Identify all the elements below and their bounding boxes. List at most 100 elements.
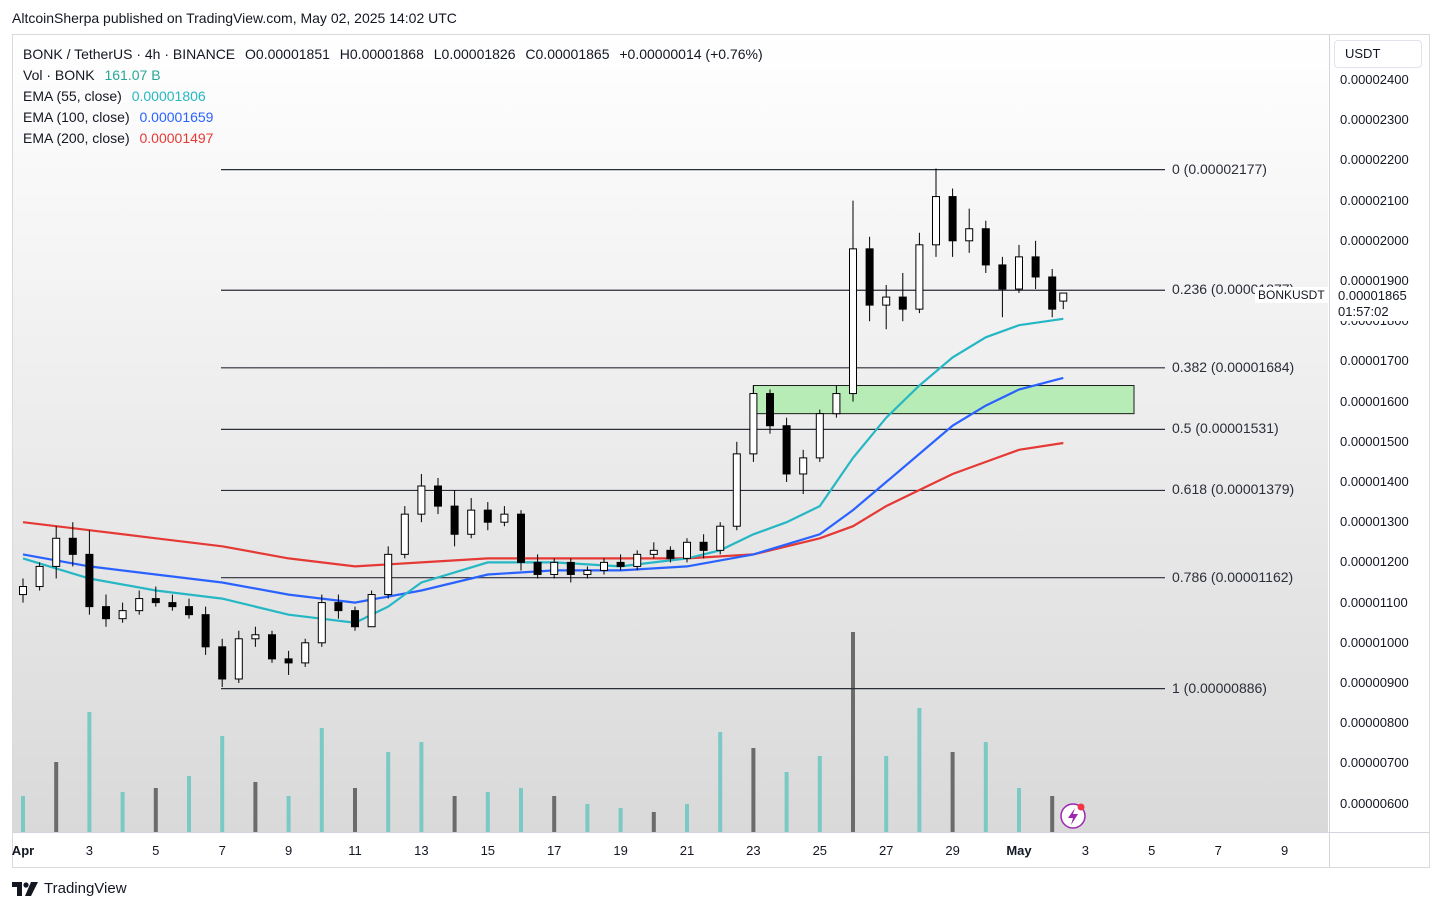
price-axis-label: 0.00001100 [1340, 594, 1408, 610]
time-axis-label: 3 [1081, 843, 1090, 858]
fib-label: 0.786 (0.00001162) [1172, 568, 1294, 585]
volume-bar [54, 762, 59, 832]
price-axis-label: 0.00002200 [1340, 152, 1409, 168]
time-axis-label: 13 [414, 843, 429, 858]
volume-bar [552, 796, 557, 832]
volume-bar [253, 782, 258, 832]
volume-bar [950, 752, 955, 832]
time-axis-label: 5 [152, 843, 160, 858]
volume-bar [784, 772, 789, 832]
price-axis-label: 0.00001400 [1340, 474, 1409, 489]
ema55-value: 0.00001806 [131, 88, 206, 104]
volume-bar [618, 808, 623, 832]
candle[interactable] [517, 510, 525, 571]
volume-bar [1050, 796, 1055, 832]
candle[interactable] [915, 232, 924, 314]
volume-bar [485, 792, 490, 832]
candle[interactable] [815, 409, 824, 462]
price-axis-label: 0.00002000 [1340, 232, 1409, 248]
volume-bar [751, 748, 756, 832]
ema200-value: 0.00001497 [139, 130, 214, 146]
time-axis-label: 5 [1148, 843, 1156, 858]
price-axis-label: 0.00002300 [1340, 112, 1409, 128]
price-axis-label: 0.00000900 [1340, 675, 1409, 690]
candle[interactable] [981, 220, 990, 273]
time-axis-label: Apr [11, 843, 35, 858]
time-axis-label: 3 [85, 843, 94, 858]
candle[interactable] [351, 606, 359, 631]
price-axis-label: 0.00001600 [1340, 393, 1409, 409]
time-axis-label: 9 [1280, 843, 1289, 858]
time-axis-label: 29 [945, 843, 960, 858]
volume-bar [452, 796, 457, 832]
candle[interactable] [317, 594, 326, 647]
candle[interactable] [749, 385, 758, 462]
time-axis-label: 21 [679, 843, 695, 858]
ema200-label: EMA (200, close) [23, 130, 130, 146]
volume-bar [21, 796, 25, 832]
volume-bar [1017, 788, 1021, 832]
price-axis-label: 0.00001500 [1340, 433, 1409, 449]
price-axis-label: 0.00001900 [1340, 273, 1409, 288]
candle[interactable] [35, 562, 44, 591]
current-price-tag: 0.00001865 01:57:02 [1336, 287, 1409, 321]
volume-row[interactable]: Vol · BONK 161.07 B [23, 65, 763, 86]
support-zone [752, 385, 1135, 415]
candle[interactable] [732, 441, 741, 531]
brand-name: TradingView [44, 880, 127, 897]
price-axis-label: 0.00001700 [1340, 353, 1409, 369]
high-value: H0.00001868 [339, 46, 424, 62]
candle[interactable] [400, 506, 409, 559]
volume-bar [983, 742, 988, 832]
candle[interactable] [782, 417, 791, 482]
time-axis-label: 11 [348, 843, 362, 858]
candle-countdown: 01:57:02 [1338, 304, 1389, 319]
lightning-icon[interactable] [1060, 803, 1086, 829]
volume-bar [585, 804, 590, 832]
price-axis-label: 0.00001200 [1340, 554, 1409, 570]
price-axis-label: 0.00000700 [1340, 755, 1409, 771]
close-value: C0.00001865 [525, 46, 610, 62]
fib-label: 1 (0.00000886) [1172, 679, 1267, 696]
tradingview-logo[interactable]: TradingView [12, 880, 127, 897]
fib-label: 0.618 (0.00001379) [1172, 481, 1295, 498]
time-axis-label: 15 [480, 843, 496, 858]
volume-bar [319, 728, 324, 832]
time-axis-label: 23 [746, 843, 761, 858]
price-axis-label: 0.00002400 [1340, 72, 1409, 87]
volume-bar [851, 632, 855, 832]
candle[interactable] [268, 630, 276, 663]
volume-bar [817, 756, 822, 832]
support-zone-box[interactable] [752, 385, 1135, 415]
volume-bar [884, 756, 889, 832]
volume-bar [685, 804, 689, 832]
price-axis-label: 0.00002100 [1340, 192, 1409, 208]
time-axis-label: 19 [613, 843, 628, 858]
volume-bar [651, 812, 656, 832]
ema100-row[interactable]: EMA (100, close) 0.00001659 [23, 107, 763, 128]
symbol-line[interactable]: BONK / TetherUS · 4h · BINANCE [23, 46, 235, 62]
ema200-row[interactable]: EMA (200, close) 0.00001497 [23, 128, 763, 149]
volume-bar [718, 732, 723, 832]
fib-label: 0 (0.00002177) [1172, 160, 1267, 177]
open-value: O0.00001851 [245, 46, 330, 62]
volume-bar [386, 752, 391, 832]
symbol-tag: BONKUSDT [1255, 287, 1328, 303]
currency-button[interactable]: USDT [1334, 40, 1422, 68]
volume-label: Vol · BONK [23, 67, 95, 83]
candle[interactable] [384, 546, 393, 599]
candle[interactable] [234, 630, 243, 683]
time-axis-label: 27 [878, 843, 894, 858]
volume-bar [353, 788, 357, 832]
current-price: 0.00001865 [1338, 288, 1407, 303]
ema55-row[interactable]: EMA (55, close) 0.00001806 [23, 86, 763, 107]
candle[interactable] [367, 590, 376, 628]
price-axis-label: 0.00000800 [1340, 715, 1409, 731]
candle[interactable] [716, 522, 725, 555]
candle[interactable] [683, 538, 691, 563]
price-axis-label: 0.00000600 [1340, 795, 1409, 811]
candle[interactable] [301, 638, 310, 667]
ema100-value: 0.00001659 [139, 109, 214, 125]
symbol-row[interactable]: BONK / TetherUS · 4h · BINANCE O0.000018… [23, 44, 763, 65]
fib-label: 0.382 (0.00001684) [1172, 358, 1295, 375]
